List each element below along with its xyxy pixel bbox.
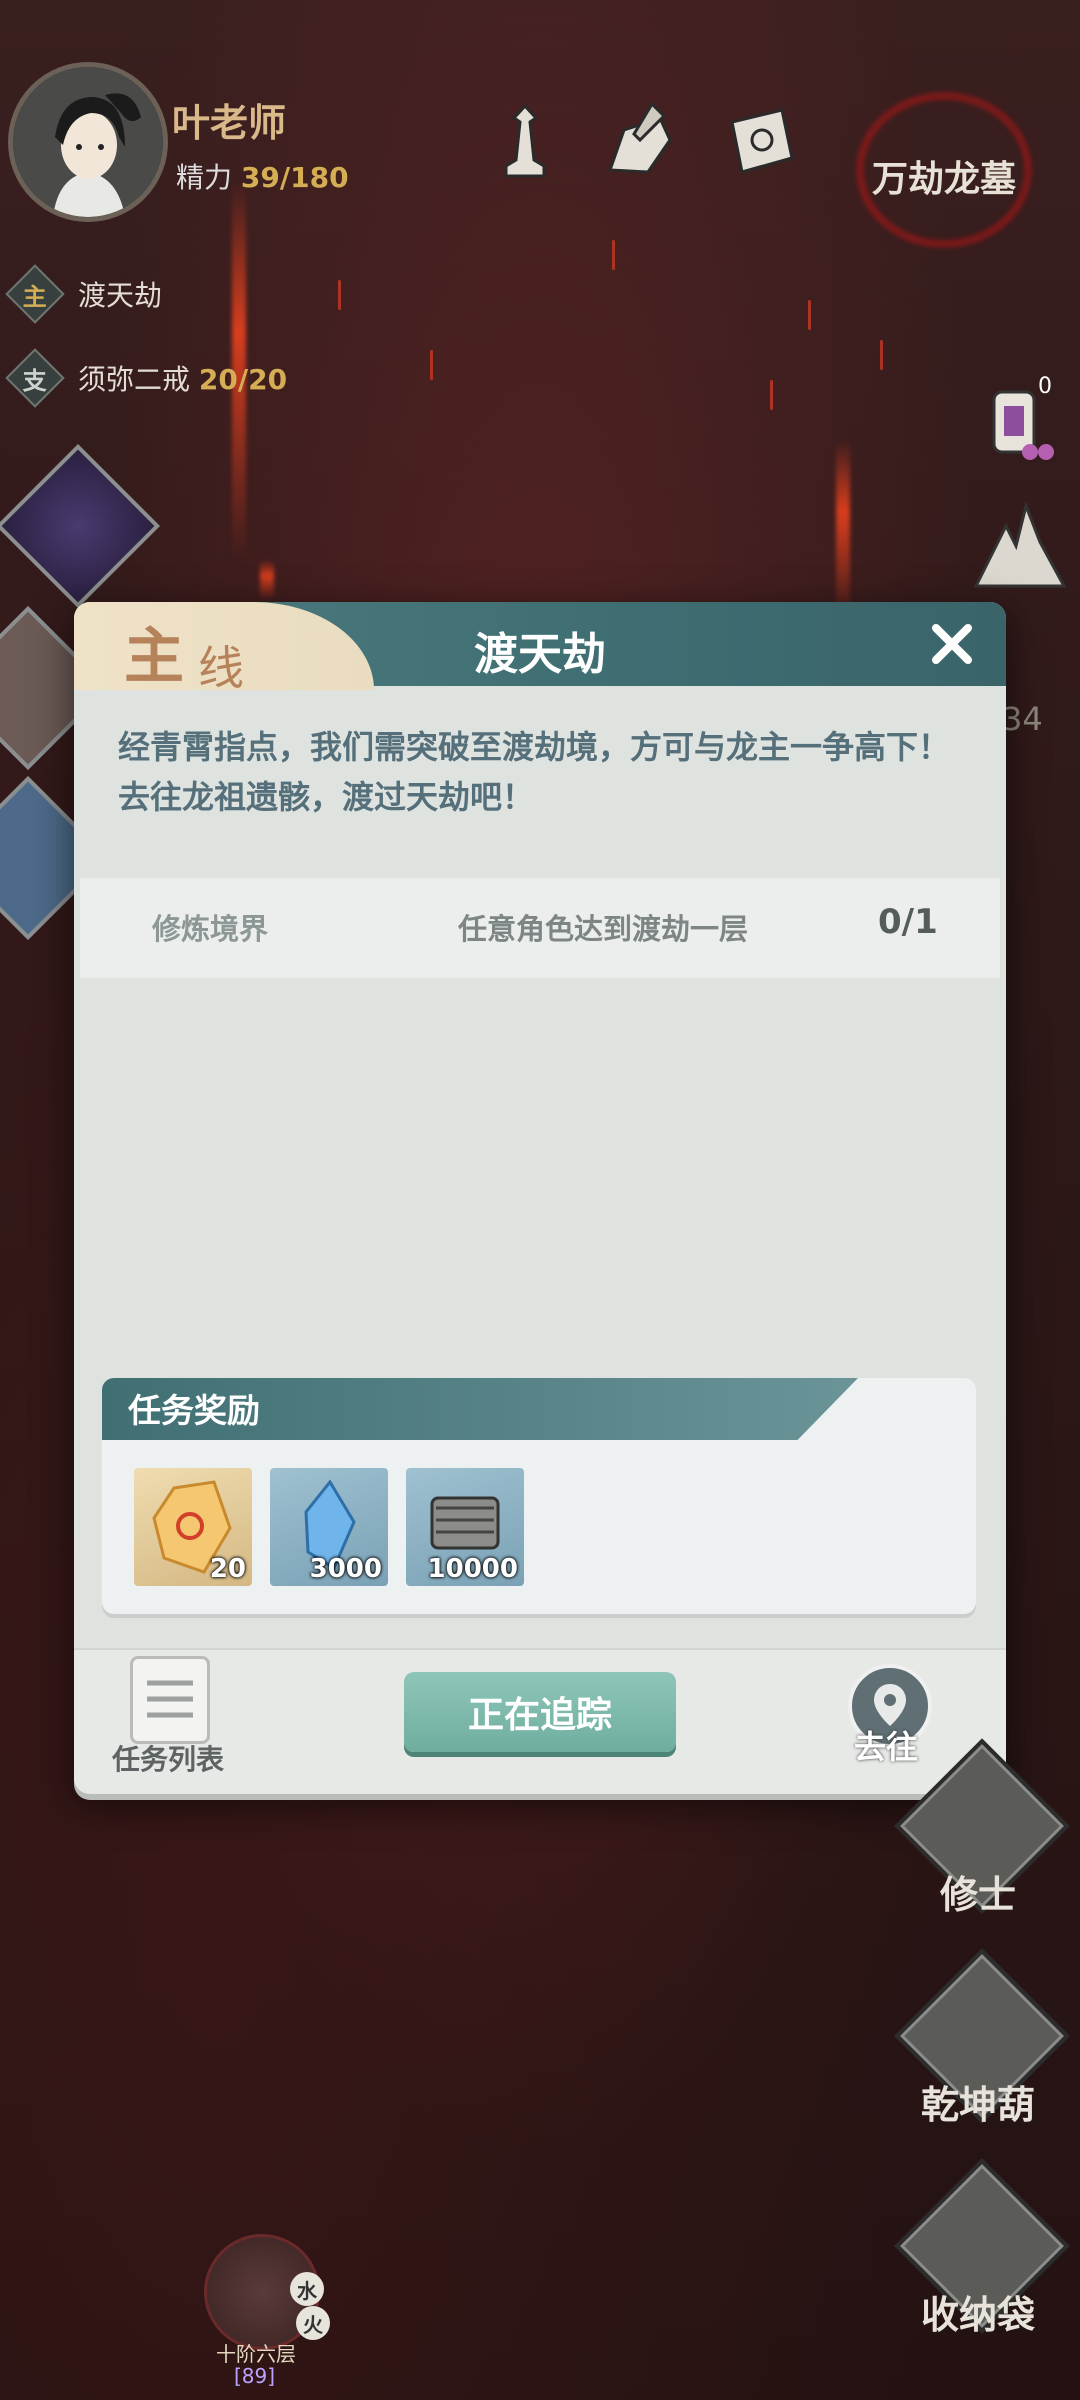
- task-list-label: 任务列表: [112, 1743, 225, 1776]
- quest-side-title: 须弥二戒: [78, 363, 191, 396]
- reward-item[interactable]: 3000: [270, 1468, 388, 1586]
- scroll-icon[interactable]: [720, 102, 800, 182]
- quest-side-progress: 20/20: [198, 363, 288, 396]
- close-icon: [932, 624, 972, 664]
- element-water: 水: [290, 2272, 324, 2306]
- reward-title: 任务奖励: [128, 1391, 260, 1430]
- quest-main[interactable]: 主 渡天劫: [5, 264, 163, 324]
- statue-icon[interactable]: [490, 100, 560, 180]
- objective-category: 修炼境界: [152, 912, 269, 946]
- spark: [880, 340, 883, 370]
- spark: [430, 350, 433, 380]
- quest-detail-modal: 主 线 渡天劫 经青霄指点，我们需突破至渡劫境，方可与龙主一争高下！去往龙祖遗骸…: [74, 602, 1006, 1794]
- task-list-button[interactable]: [130, 1656, 210, 1744]
- notification-badge: 0: [1038, 374, 1052, 399]
- side-partial-number: 34: [1002, 700, 1043, 738]
- tracking-button[interactable]: 正在追踪: [404, 1672, 676, 1752]
- spark: [612, 240, 615, 270]
- energy-label: 精力: [176, 161, 233, 194]
- reward-count: 10000: [427, 1554, 518, 1584]
- avatar-portrait-icon: [13, 67, 163, 217]
- spark: [338, 280, 341, 310]
- energy-value: 39/180: [240, 161, 349, 194]
- right-button-gourd[interactable]: 乾坤葫: [888, 2074, 1068, 2129]
- location-name[interactable]: 万劫龙墓: [872, 150, 1016, 202]
- objective-text: 任意角色达到渡劫一层: [458, 912, 749, 946]
- character-level: [89]: [234, 2364, 276, 2388]
- reward-item[interactable]: 20: [134, 1468, 252, 1586]
- quest-side[interactable]: 支 须弥二戒 20/20: [5, 348, 288, 408]
- shadow-beast-icon[interactable]: [0, 443, 161, 609]
- modal-title: 渡天劫: [474, 629, 606, 680]
- quest-main-title: 渡天劫: [78, 279, 163, 312]
- right-button-storage-bag[interactable]: 收纳袋: [888, 2284, 1068, 2339]
- reward-count: 20: [209, 1554, 246, 1584]
- ink-brush-icon[interactable]: [600, 100, 680, 180]
- element-fire: 火: [296, 2306, 330, 2340]
- quest-description: 经青霄指点，我们需突破至渡劫境，方可与龙主一争高下！去往龙祖遗骸，渡过天劫吧！: [118, 728, 951, 816]
- red-light-beam: [836, 440, 850, 620]
- character-realm: 十阶六层: [216, 2342, 296, 2366]
- quest-tag-main: 主: [5, 264, 65, 324]
- quest-tag-side: 支: [5, 348, 65, 408]
- list-icon: [147, 1680, 193, 1718]
- reward-count: 3000: [309, 1554, 382, 1584]
- mountain-icon[interactable]: [970, 496, 1070, 596]
- right-button-cultivator[interactable]: 修士: [888, 1864, 1068, 1919]
- red-light-beam: [260, 560, 274, 600]
- spark: [808, 300, 811, 330]
- close-button[interactable]: [920, 612, 984, 676]
- goto-label: 去往: [854, 1728, 919, 1766]
- player-name: 叶老师: [172, 100, 287, 145]
- player-avatar[interactable]: [8, 62, 168, 222]
- reward-item[interactable]: 10000: [406, 1468, 524, 1586]
- objective-progress: 0/1: [878, 902, 938, 942]
- spark: [770, 380, 773, 410]
- energy-display: 精力 39/180: [176, 156, 349, 196]
